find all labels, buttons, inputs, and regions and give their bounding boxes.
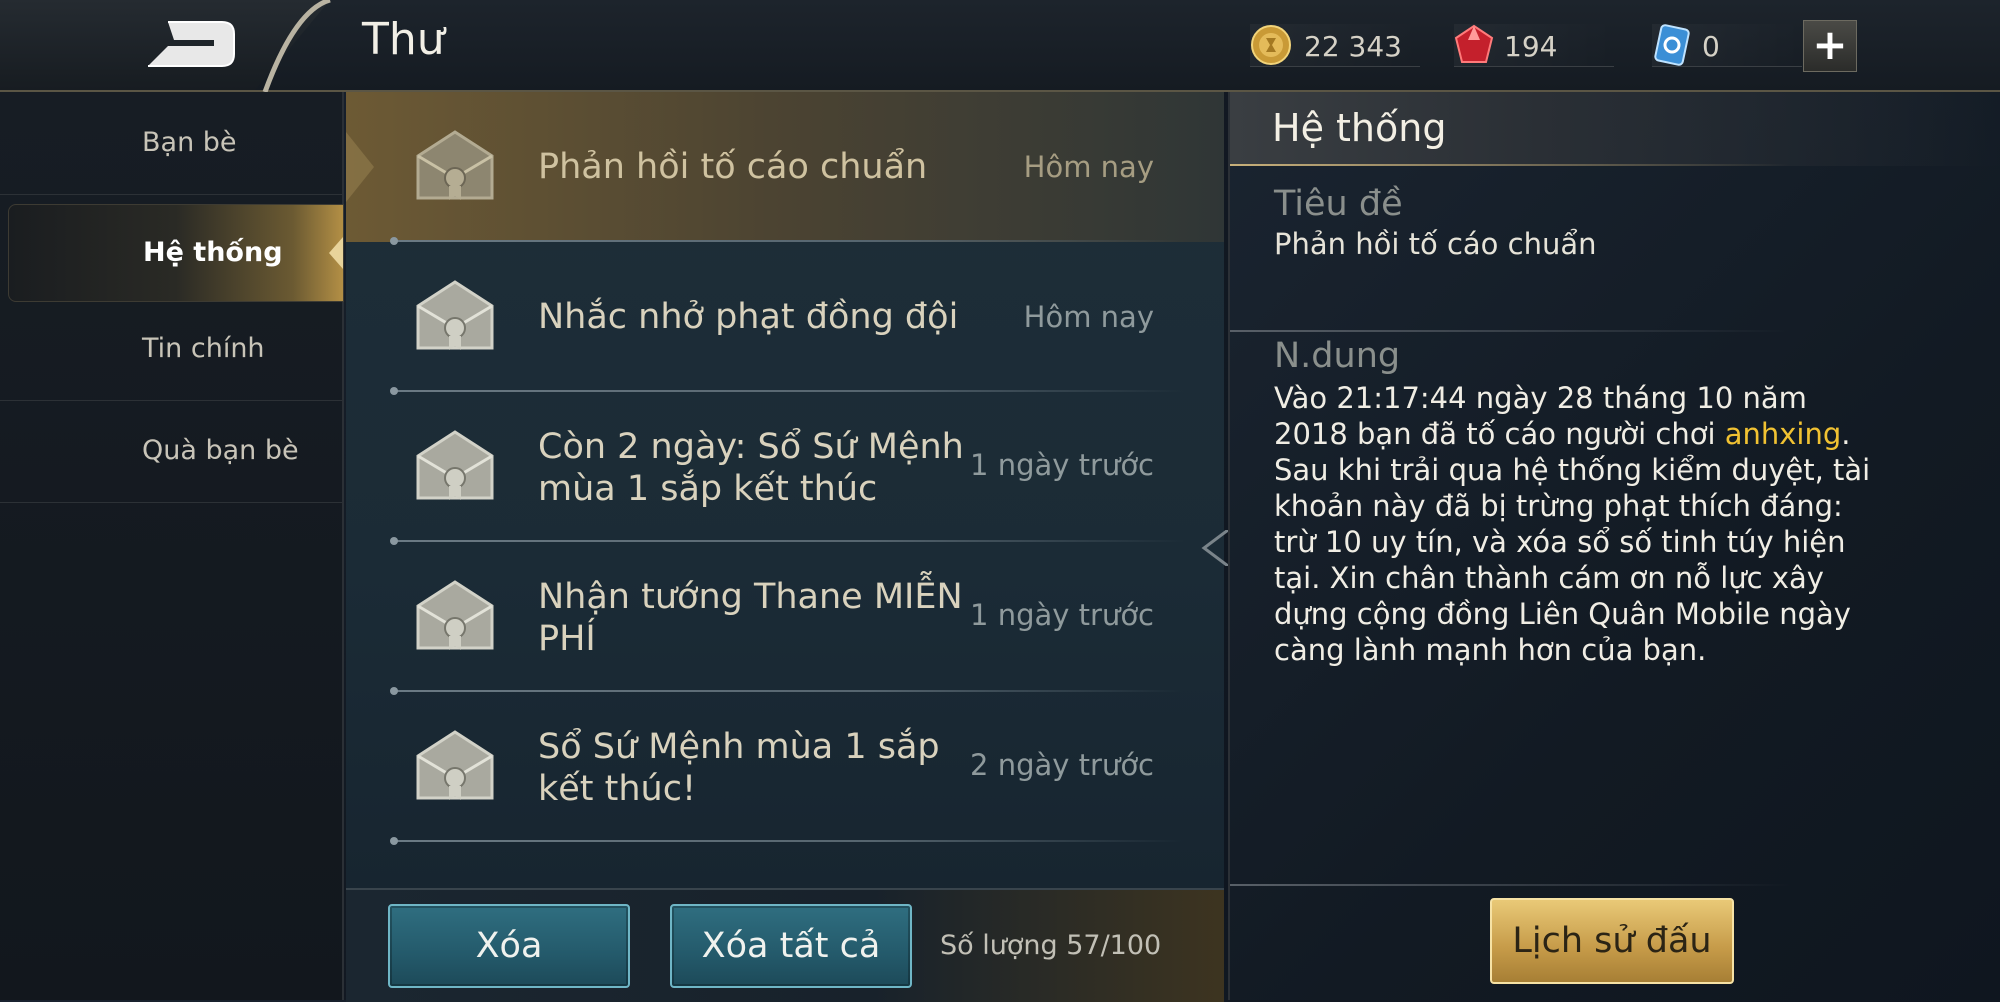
divider <box>390 837 1184 845</box>
sidebar-item-friend-gifts[interactable]: Quà bạn bè <box>0 400 342 503</box>
delete-all-button[interactable]: Xóa tất cả <box>670 904 912 988</box>
mail-envelope-icon <box>416 130 494 200</box>
ruby-gem-icon <box>1454 24 1494 63</box>
sidebar-item-label: Bạn bè <box>142 127 237 158</box>
mail-date: Hôm nay <box>1023 300 1154 334</box>
mail-date: Hôm nay <box>1023 150 1154 184</box>
mail-envelope-icon <box>416 580 494 650</box>
gold-coin-icon <box>1251 25 1291 65</box>
mail-title: Nhận tướng Thane MIỄN PHÍ <box>538 577 963 659</box>
add-currency-button[interactable]: + <box>1803 20 1857 72</box>
content-text-part: . Sau khi trải qua hệ thống kiểm duyệt, … <box>1274 417 1871 667</box>
mail-detail-panel: Hệ thống Tiêu đề Phản hồi tố cáo chuẩn N… <box>1228 92 2000 1000</box>
mail-envelope-icon <box>416 430 494 500</box>
sidebar: Bạn bè Hệ thống Tin chính Quà bạn bè <box>0 92 344 1000</box>
mail-item[interactable]: Nhắc nhở phạt đồng đội Hôm nay <box>346 242 1224 395</box>
card-value: 0 <box>1702 30 1720 63</box>
top-bar: Thư 22 343 194 0 + <box>0 0 2000 92</box>
mail-envelope-icon <box>416 280 494 350</box>
active-indicator <box>329 237 343 269</box>
page-title: Thư <box>362 14 445 65</box>
detail-header: Hệ thống <box>1230 92 2000 166</box>
sidebar-item-system[interactable]: Hệ thống <box>8 204 344 302</box>
card-currency: 0 <box>1652 22 1802 68</box>
back-arrow-icon[interactable] <box>140 16 240 72</box>
sidebar-item-label: Tin chính <box>142 333 265 364</box>
divider <box>1230 164 1790 166</box>
content-text: Vào 21:17:44 ngày 28 tháng 10 năm 2018 b… <box>1274 380 1874 668</box>
gold-value: 22 343 <box>1304 30 1402 63</box>
reported-player-name[interactable]: anhxing <box>1725 417 1842 451</box>
mail-date: 2 ngày trước <box>970 748 1154 782</box>
mail-date: 1 ngày trước <box>970 598 1154 632</box>
content-label: N.dung <box>1274 336 1401 376</box>
match-history-button[interactable]: Lịch sử đấu <box>1490 898 1734 984</box>
mail-title: Nhắc nhở phạt đồng đội <box>538 297 959 337</box>
subject-text: Phản hồi tố cáo chuẩn <box>1274 227 1597 261</box>
sidebar-item-label: Quà bạn bè <box>142 435 299 466</box>
delete-button[interactable]: Xóa <box>388 904 630 988</box>
detail-header-title: Hệ thống <box>1272 106 1447 150</box>
divider <box>1230 884 1790 886</box>
mail-actions-bar: Xóa Xóa tất cả Số lượng 57/100 <box>346 888 1224 1002</box>
mail-date: 1 ngày trước <box>970 448 1154 482</box>
mail-item[interactable]: Còn 2 ngày: Sổ Sứ Mệnh mùa 1 sắp kết thú… <box>346 392 1224 545</box>
gold-currency: 22 343 <box>1250 22 1420 68</box>
mail-title: Sổ Sứ Mệnh mùa 1 sắp kết thúc! <box>538 727 940 809</box>
mail-item[interactable]: Sổ Sứ Mệnh mùa 1 sắp kết thúc! 2 ngày tr… <box>346 692 1224 845</box>
mail-item[interactable]: Phản hồi tố cáo chuẩn Hôm nay <box>346 92 1224 245</box>
sidebar-item-news[interactable]: Tin chính <box>0 298 342 401</box>
subject-label: Tiêu đề <box>1274 184 1403 224</box>
divider <box>1230 330 1790 332</box>
mail-quantity: Số lượng 57/100 <box>940 930 1162 961</box>
back-panel-edge <box>262 0 331 92</box>
ruby-value: 194 <box>1504 30 1558 63</box>
blue-card-icon <box>1654 24 1690 66</box>
selected-arrow-icon <box>346 132 374 202</box>
mail-envelope-icon <box>416 730 494 800</box>
mail-list[interactable]: Phản hồi tố cáo chuẩn Hôm nay Nhắc nhở p… <box>346 92 1224 888</box>
mail-item[interactable]: Nhận tướng Thane MIỄN PHÍ 1 ngày trước <box>346 542 1224 695</box>
ruby-currency: 194 <box>1454 22 1614 68</box>
mail-title: Phản hồi tố cáo chuẩn <box>538 147 928 187</box>
mail-title: Còn 2 ngày: Sổ Sứ Mệnh mùa 1 sắp kết thú… <box>538 427 964 509</box>
panel-notch-icon <box>1201 530 1229 566</box>
sidebar-item-label: Hệ thống <box>143 237 283 268</box>
sidebar-item-friends[interactable]: Bạn bè <box>0 92 342 195</box>
